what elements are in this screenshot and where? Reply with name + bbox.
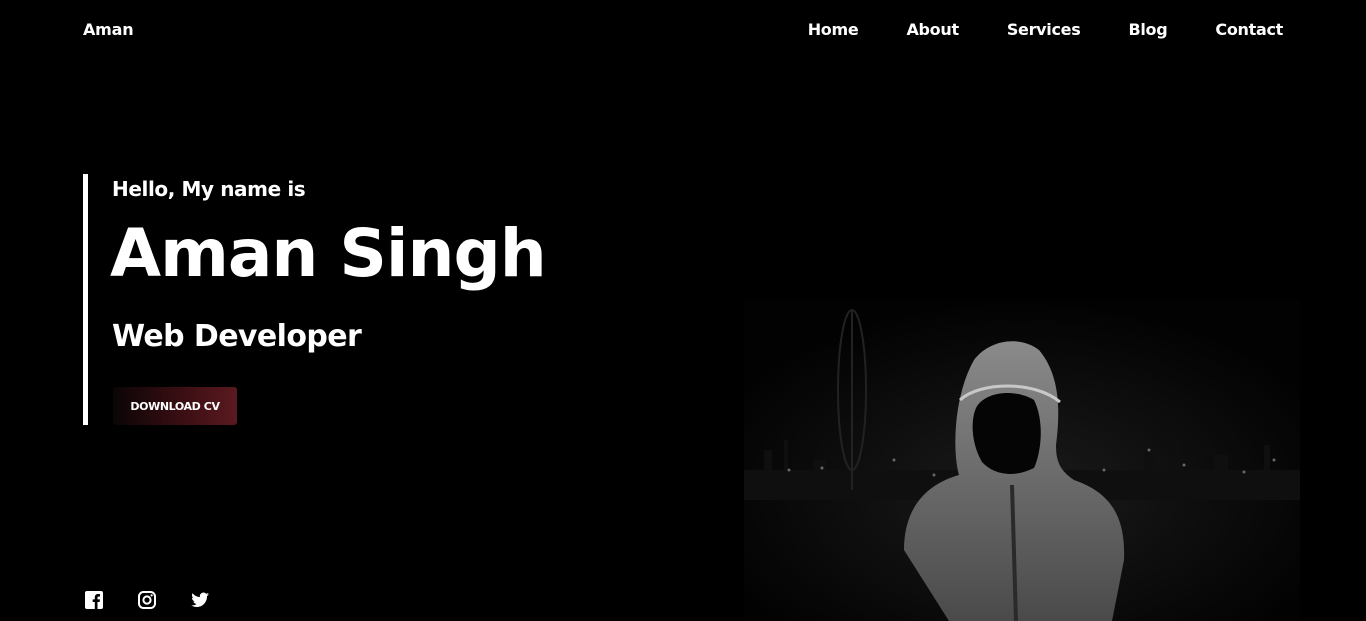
social-links — [84, 590, 243, 610]
main-nav: Home About Services Blog Contact — [808, 20, 1284, 39]
twitter-icon[interactable] — [190, 590, 210, 610]
instagram-icon[interactable] — [137, 590, 157, 610]
brand-logo[interactable]: Aman — [83, 20, 134, 39]
hooded-figure-image — [744, 300, 1300, 621]
facebook-icon[interactable] — [84, 590, 104, 610]
landing-page: Aman Home About Services Blog Contact He… — [0, 0, 1366, 621]
hero-name: Aman Singh — [110, 215, 547, 292]
hero-intro: Hello, My name is Aman Singh Web Develop… — [83, 174, 648, 425]
hero-role: Web Developer — [112, 319, 362, 354]
hero-greeting: Hello, My name is — [112, 177, 306, 201]
nav-contact[interactable]: Contact — [1215, 20, 1283, 39]
nav-about[interactable]: About — [906, 20, 959, 39]
nav-services[interactable]: Services — [1007, 20, 1081, 39]
nav-blog[interactable]: Blog — [1128, 20, 1167, 39]
download-cv-button[interactable]: DOWNLOAD CV — [113, 387, 237, 425]
nav-home[interactable]: Home — [808, 20, 859, 39]
